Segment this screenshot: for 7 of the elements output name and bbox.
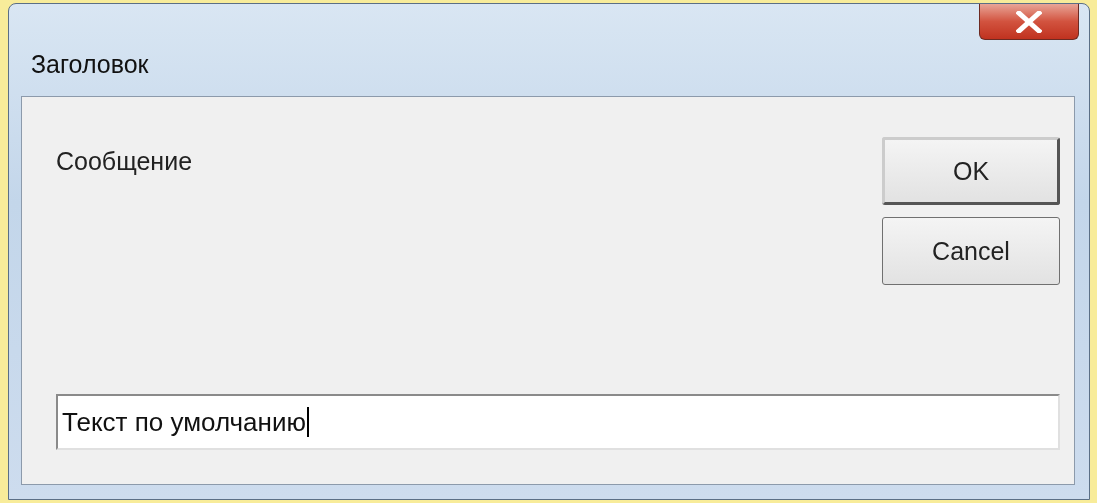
ok-button[interactable]: OK	[882, 137, 1060, 205]
cancel-button[interactable]: Cancel	[882, 217, 1060, 285]
close-icon	[1016, 10, 1042, 33]
close-button[interactable]	[979, 4, 1079, 40]
prompt-message: Сообщение	[56, 147, 193, 176]
input-field[interactable]: Текст по умолчанию	[56, 394, 1060, 450]
window-title: Заголовок	[31, 50, 149, 79]
